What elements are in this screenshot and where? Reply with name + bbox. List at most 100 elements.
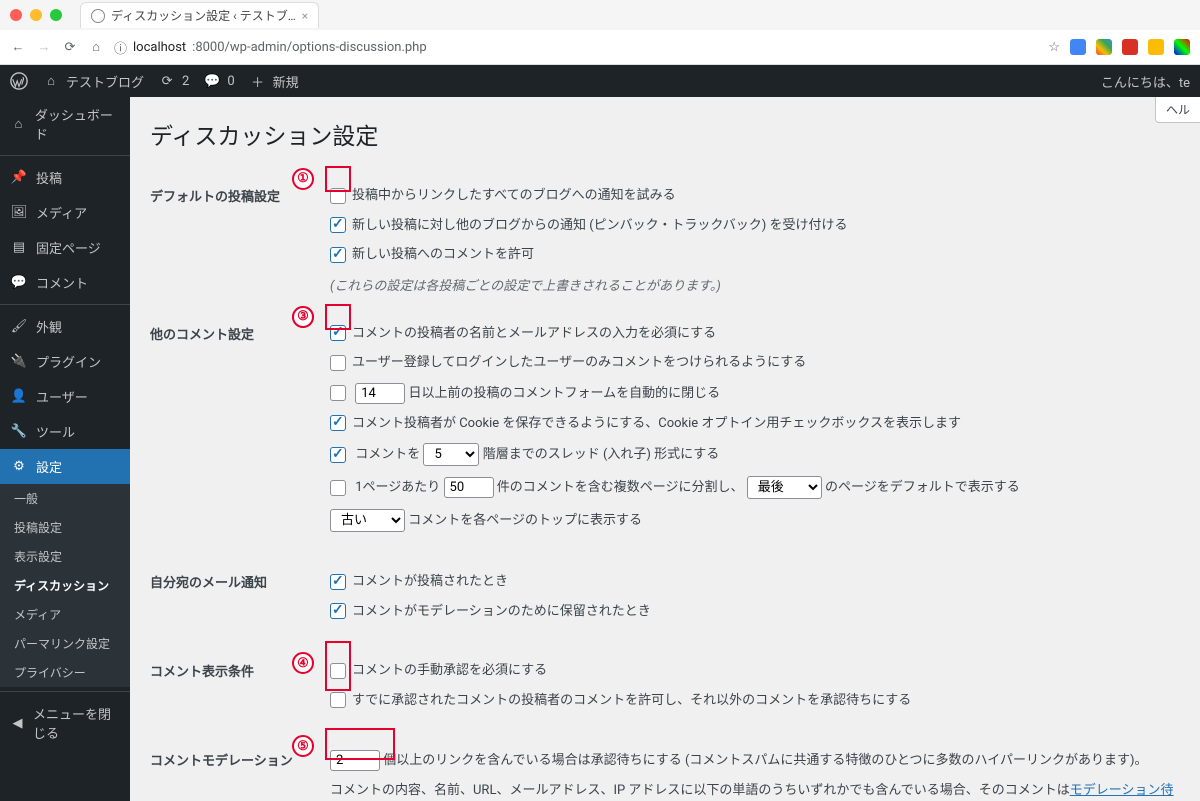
browser-toolbar: ← → ⟳ ⌂ ⓘ localhost:8000/wp-admin/option… (0, 30, 1200, 64)
home-icon[interactable]: ⌂ (88, 39, 104, 55)
forward-icon[interactable]: → (36, 39, 52, 55)
checkbox-manual-approve[interactable] (330, 663, 346, 679)
collapse-icon: ◀ (10, 714, 25, 732)
extension-icon[interactable] (1122, 39, 1138, 55)
checkbox-require-name[interactable] (330, 325, 346, 341)
opt-comment-order[interactable]: 古い コメントを各ページのトップに表示する (330, 509, 1180, 532)
checkbox-thread[interactable] (330, 447, 346, 463)
updates-icon: ⟳ (158, 72, 176, 90)
close-window-icon[interactable] (10, 9, 22, 21)
gmail-icon[interactable] (1096, 39, 1112, 55)
input-close-days[interactable] (355, 383, 405, 404)
opt-email-moderation[interactable]: コメントがモデレーションのために保留されたとき (330, 602, 1180, 622)
menu-appearance[interactable]: 🖌外観 (0, 309, 130, 344)
checkbox-email-comment[interactable] (330, 574, 346, 590)
help-tab[interactable]: ヘル (1155, 97, 1200, 123)
default-settings-label: デフォルトの投稿設定 (150, 171, 330, 309)
checkbox-pingback[interactable] (330, 188, 346, 204)
wp-logo-icon[interactable] (10, 72, 28, 90)
menu-settings[interactable]: ⚙設定 (0, 449, 130, 484)
opt-close-old[interactable]: ② 日以上前の投稿のコメントフォームを自動的に閉じる (330, 383, 1180, 404)
opt-paginate[interactable]: 1ページあたり 件のコメントを含む複数ページに分割し、 最後 のページをデフォル… (330, 476, 1180, 499)
submenu-media[interactable]: メディア (0, 600, 130, 629)
wrench-icon: 🔧 (10, 423, 28, 441)
opt-previously-approved[interactable]: すでに承認されたコメントの投稿者のコメントを許可し、それ以外のコメントを承認待ち… (330, 691, 1180, 711)
page-title: ディスカッション設定 (150, 117, 1180, 151)
menu-posts[interactable]: 📌投稿 (0, 160, 130, 195)
settings-icon: ⚙ (10, 458, 28, 476)
select-default-page[interactable]: 最後 (747, 476, 822, 499)
menu-comments[interactable]: 💬コメント (0, 265, 130, 300)
plus-icon: ＋ (249, 72, 267, 90)
media-icon: 🖼 (10, 204, 28, 222)
opt-thread-comments[interactable]: ③ コメントを 5 階層までのスレッド (入れ子) 形式にする (330, 443, 1180, 466)
browser-chrome: ディスカッション設定 ‹ テストブ… × ← → ⟳ ⌂ ⓘ localhost… (0, 0, 1200, 65)
url-host: localhost (133, 40, 186, 55)
site-link[interactable]: ⌂テストブログ (42, 72, 144, 91)
menu-media[interactable]: 🖼メディア (0, 195, 130, 230)
checkbox-allow-comments[interactable] (330, 247, 346, 263)
collapse-menu[interactable]: ◀メニューを閉じる (0, 696, 130, 750)
back-icon[interactable]: ← (10, 39, 26, 55)
checkbox-require-login[interactable] (330, 355, 346, 371)
browser-tab[interactable]: ディスカッション設定 ‹ テストブ… × (80, 2, 319, 28)
maximize-window-icon[interactable] (50, 9, 62, 21)
opt-cookie-optin[interactable]: コメント投稿者が Cookie を保存できるようにする、Cookie オプトイン… (330, 414, 1180, 434)
checkbox-allow-pings[interactable] (330, 217, 346, 233)
extension-icon[interactable] (1174, 39, 1190, 55)
other-comment-label: 他のコメント設定 (150, 309, 330, 558)
opt-require-name[interactable]: コメントの投稿者の名前とメールアドレスの入力を必須にする (330, 324, 1180, 344)
menu-users[interactable]: 👤ユーザー (0, 379, 130, 414)
submenu-general[interactable]: 一般 (0, 484, 130, 513)
checkbox-close-old[interactable] (330, 385, 346, 401)
opt-max-links[interactable]: 個以上のリンクを含んでいる場合は承認待ちにする (コメントスパムに共通する特徴の… (330, 750, 1180, 771)
page-icon: ▤ (10, 239, 28, 257)
howdy-link[interactable]: こんにちは、te (1101, 72, 1190, 91)
checkbox-paginate[interactable] (330, 480, 346, 496)
opt-allow-pings[interactable]: 新しい投稿に対し他のブログからの通知 (ピンバック・トラックバック) を受け付け… (330, 216, 1180, 236)
submenu-permalink[interactable]: パーマリンク設定 (0, 629, 130, 658)
admin-sidebar: ⌂ダッシュボード 📌投稿 🖼メディア ▤固定ページ 💬コメント 🖌外観 🔌プラグ… (0, 97, 130, 801)
address-bar[interactable]: ⓘ localhost:8000/wp-admin/options-discus… (114, 38, 1038, 57)
submenu-discussion[interactable]: ディスカッション (0, 571, 130, 600)
select-thread-depth[interactable]: 5 (423, 443, 479, 466)
translate-icon[interactable] (1070, 39, 1086, 55)
bookmark-star-icon[interactable]: ☆ (1048, 40, 1060, 55)
settings-submenu: 一般 投稿設定 表示設定 ディスカッション メディア パーマリンク設定 プライバ… (0, 484, 130, 687)
submenu-privacy[interactable]: プライバシー (0, 658, 130, 687)
new-content-link[interactable]: ＋新規 (249, 72, 299, 91)
moderation-label: コメントモデレーション (150, 735, 330, 801)
tab-title: ディスカッション設定 ‹ テストブ… (111, 7, 296, 24)
select-comment-order[interactable]: 古い (330, 509, 405, 532)
minimize-window-icon[interactable] (30, 9, 42, 21)
checkbox-cookie-optin[interactable] (330, 415, 346, 431)
checkbox-email-moderation[interactable] (330, 603, 346, 619)
menu-dashboard[interactable]: ⌂ダッシュボード (0, 97, 130, 151)
reload-icon[interactable]: ⟳ (62, 39, 78, 55)
toolbar-icons: ☆ (1048, 39, 1190, 55)
user-icon: 👤 (10, 388, 28, 406)
submenu-reading[interactable]: 表示設定 (0, 542, 130, 571)
input-per-page[interactable] (444, 477, 494, 498)
browser-titlebar: ディスカッション設定 ‹ テストブ… × (0, 0, 1200, 30)
menu-plugins[interactable]: 🔌プラグイン (0, 344, 130, 379)
updates-link[interactable]: ⟳2 (158, 72, 189, 90)
before-appear-label: コメント表示条件 (150, 646, 330, 735)
input-max-links[interactable] (330, 750, 380, 771)
menu-tools[interactable]: 🔧ツール (0, 414, 130, 449)
checkbox-prev-approved[interactable] (330, 692, 346, 708)
extension-icon[interactable] (1148, 39, 1164, 55)
wp-admin-bar: ⌂テストブログ ⟳2 💬0 ＋新規 こんにちは、te (0, 65, 1200, 97)
opt-manual-approve[interactable]: コメントの手動承認を必須にする (330, 661, 1180, 681)
tab-close-icon[interactable]: × (302, 9, 308, 23)
opt-pingback-attempt[interactable]: 投稿中からリンクしたすべてのブログへの通知を試みる (330, 186, 1180, 206)
defaults-note: (これらの設定は各投稿ごとの設定で上書きされることがあります。) (330, 275, 1180, 294)
menu-pages[interactable]: ▤固定ページ (0, 230, 130, 265)
opt-allow-comments[interactable]: ① 新しい投稿へのコメントを許可 (330, 245, 1180, 265)
submenu-writing[interactable]: 投稿設定 (0, 513, 130, 542)
plugin-icon: 🔌 (10, 353, 28, 371)
settings-content: ヘル ディスカッション設定 デフォルトの投稿設定 投稿中からリンクしたすべてのブ… (130, 97, 1200, 801)
opt-require-login[interactable]: ユーザー登録してログインしたユーザーのみコメントをつけられるようにする (330, 353, 1180, 373)
opt-email-comment[interactable]: コメントが投稿されたとき (330, 572, 1180, 592)
comments-link[interactable]: 💬0 (203, 72, 234, 90)
